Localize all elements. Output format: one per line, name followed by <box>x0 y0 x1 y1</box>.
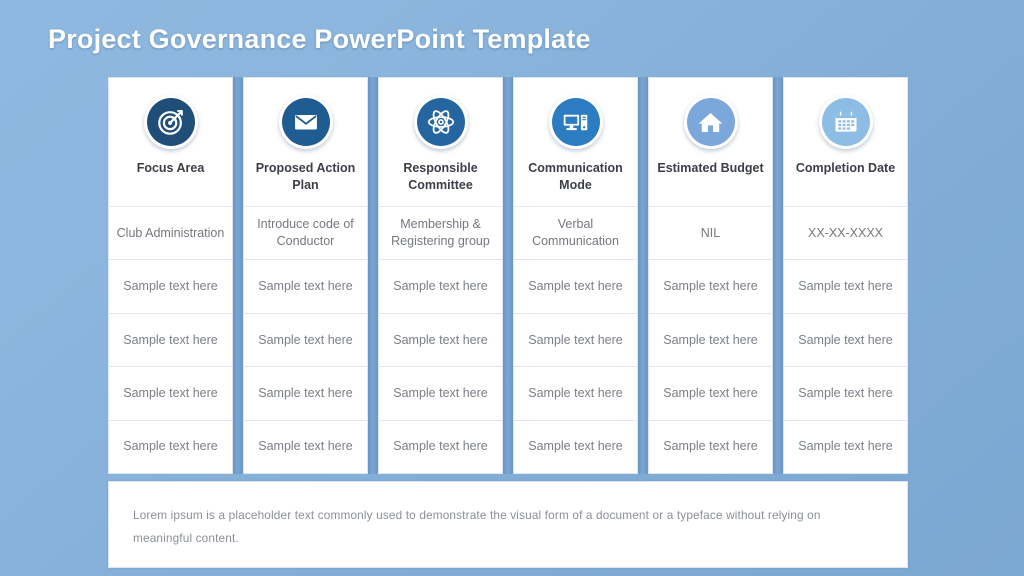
atom-icon-badge <box>413 95 468 149</box>
cell-proposed-action-plan-1[interactable]: Introduce code of Conductor <box>243 207 368 261</box>
page-title: Project Governance PowerPoint Template <box>48 24 591 54</box>
home-icon-badge <box>683 95 738 149</box>
cell-responsible-committee-2[interactable]: Sample text here <box>378 260 503 314</box>
cell-completion-date-1[interactable]: XX-XX-XXXX <box>783 207 908 261</box>
desktop-computer-icon <box>551 98 600 146</box>
home-icon <box>686 98 735 146</box>
cell-communication-mode-1[interactable]: Verbal Communication <box>513 207 638 261</box>
table-column-communication-mode: Communication Mode Verbal Communication … <box>513 77 648 475</box>
cell-proposed-action-plan-5[interactable]: Sample text here <box>243 420 368 475</box>
table-column-responsible-committee: Responsible Committee Membership & Regis… <box>378 77 513 475</box>
cell-focus-area-4[interactable]: Sample text here <box>108 367 233 421</box>
envelope-icon-badge <box>278 95 333 149</box>
cell-focus-area-3[interactable]: Sample text here <box>108 313 233 368</box>
column-label-communication-mode: Communication Mode <box>528 161 623 192</box>
desktop-computer-icon-badge <box>548 95 603 149</box>
column-header-focus-area: Focus Area <box>108 77 233 207</box>
column-header-completion-date: Completion Date <box>783 77 908 207</box>
table-column-proposed-action-plan: Proposed Action Plan Introduce code of C… <box>243 77 378 475</box>
cell-responsible-committee-5[interactable]: Sample text here <box>378 420 503 475</box>
cell-completion-date-3[interactable]: Sample text here <box>783 313 908 368</box>
cell-proposed-action-plan-4[interactable]: Sample text here <box>243 367 368 421</box>
table-column-completion-date: Completion Date XX-XX-XXXX Sample text h… <box>783 77 908 475</box>
cell-completion-date-2[interactable]: Sample text here <box>783 260 908 314</box>
target-icon-badge <box>143 95 198 149</box>
column-header-responsible-committee: Responsible Committee <box>378 77 503 207</box>
column-label-responsible-committee: Responsible Committee <box>403 161 478 192</box>
cell-responsible-committee-3[interactable]: Sample text here <box>378 313 503 368</box>
atom-icon <box>416 98 465 146</box>
envelope-icon <box>281 98 330 146</box>
cell-estimated-budget-3[interactable]: Sample text here <box>648 313 773 368</box>
cell-completion-date-4[interactable]: Sample text here <box>783 367 908 421</box>
footer-note-box: Lorem ipsum is a placeholder text common… <box>108 481 908 568</box>
cell-estimated-budget-5[interactable]: Sample text here <box>648 420 773 475</box>
column-label-estimated-budget: Estimated Budget <box>657 161 764 175</box>
cell-communication-mode-2[interactable]: Sample text here <box>513 260 638 314</box>
column-label-proposed-action-plan: Proposed Action Plan <box>255 161 356 192</box>
column-label-focus-area: Focus Area <box>136 161 205 175</box>
target-icon <box>146 98 195 146</box>
cell-completion-date-5[interactable]: Sample text here <box>783 420 908 475</box>
cell-responsible-committee-1[interactable]: Membership & Registering group <box>378 207 503 261</box>
column-header-estimated-budget: Estimated Budget <box>648 77 773 207</box>
calendar-icon <box>821 98 870 146</box>
cell-communication-mode-4[interactable]: Sample text here <box>513 367 638 421</box>
column-label-completion-date: Completion Date <box>795 161 896 175</box>
cell-focus-area-1[interactable]: Club Administration <box>108 207 233 261</box>
cell-estimated-budget-4[interactable]: Sample text here <box>648 367 773 421</box>
cell-proposed-action-plan-2[interactable]: Sample text here <box>243 260 368 314</box>
cell-estimated-budget-1[interactable]: NIL <box>648 207 773 261</box>
cell-communication-mode-5[interactable]: Sample text here <box>513 420 638 475</box>
cell-focus-area-2[interactable]: Sample text here <box>108 260 233 314</box>
footer-note-text: Lorem ipsum is a placeholder text common… <box>133 508 821 545</box>
cell-estimated-budget-2[interactable]: Sample text here <box>648 260 773 314</box>
column-header-communication-mode: Communication Mode <box>513 77 638 207</box>
table-column-focus-area: Focus Area Club Administration Sample te… <box>108 77 243 475</box>
cell-responsible-committee-4[interactable]: Sample text here <box>378 367 503 421</box>
column-header-proposed-action-plan: Proposed Action Plan <box>243 77 368 207</box>
cell-focus-area-5[interactable]: Sample text here <box>108 420 233 475</box>
calendar-icon-badge <box>818 95 873 149</box>
cell-proposed-action-plan-3[interactable]: Sample text here <box>243 313 368 368</box>
table-column-estimated-budget: Estimated Budget NIL Sample text here Sa… <box>648 77 783 475</box>
cell-communication-mode-3[interactable]: Sample text here <box>513 313 638 368</box>
governance-table: Focus Area Club Administration Sample te… <box>108 77 908 475</box>
